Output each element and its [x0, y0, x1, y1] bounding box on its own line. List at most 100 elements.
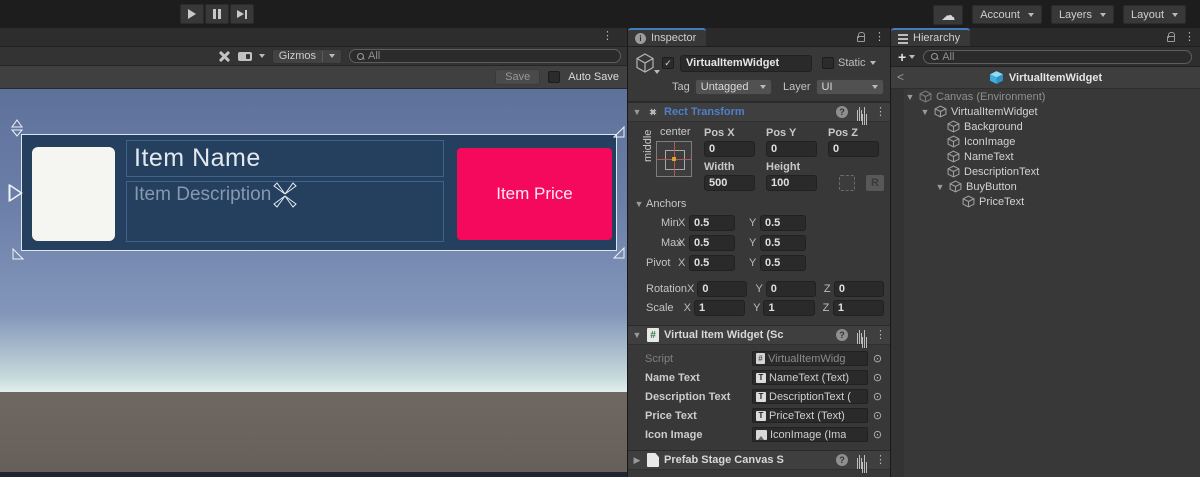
menu-icon[interactable]: ⋮	[875, 330, 886, 341]
icon-image-object-field[interactable]: IconImage (Ima	[752, 427, 868, 442]
presets-icon[interactable]	[856, 107, 867, 118]
rotation-z-field[interactable]: 0	[834, 281, 884, 297]
layer-dropdown[interactable]: UI	[816, 79, 884, 95]
foldout-icon[interactable]: ▼	[632, 330, 642, 340]
script-object-field[interactable]: # VirtualItemWidg	[752, 351, 868, 366]
object-picker-icon[interactable]: ⊙	[871, 428, 884, 441]
pos-x-field[interactable]: 0	[704, 141, 755, 157]
raw-edit-button[interactable]: R	[866, 175, 884, 191]
gizmos-dropdown[interactable]: Gizmos	[272, 49, 342, 64]
virtual-item-widget-header[interactable]: ▼ # Virtual Item Widget (Sc ? ⋮	[628, 325, 890, 345]
width-field[interactable]: 500	[704, 175, 755, 191]
foldout-icon[interactable]: ▼	[920, 107, 930, 117]
presets-icon[interactable]	[856, 330, 867, 341]
search-icon	[931, 53, 938, 60]
lock-icon[interactable]	[1167, 36, 1175, 42]
foldout-icon[interactable]: ▼	[905, 92, 915, 102]
layers-dropdown[interactable]: Layers	[1051, 5, 1114, 24]
object-picker-icon[interactable]: ⊙	[871, 352, 884, 365]
tree-row-nametext[interactable]: NameText	[891, 149, 1200, 164]
menu-icon[interactable]: ⋮	[874, 32, 885, 43]
help-icon[interactable]: ?	[836, 329, 848, 341]
play-button[interactable]	[180, 4, 204, 24]
tag-dropdown[interactable]: Untagged	[695, 79, 772, 95]
anchor-min-x-field[interactable]: 0.5	[689, 215, 735, 231]
pos-y-field[interactable]: 0	[766, 141, 817, 157]
object-picker-icon[interactable]: ⊙	[871, 371, 884, 384]
chevron-down-icon[interactable]	[870, 61, 876, 65]
account-dropdown[interactable]: Account	[972, 5, 1042, 24]
tree-row-buybutton[interactable]: ▼ BuyButton	[891, 179, 1200, 194]
anchor-min-y-field[interactable]: 0.5	[760, 215, 806, 231]
tab-inspector[interactable]: i Inspector	[628, 28, 706, 46]
pivot-x-field[interactable]: 0.5	[689, 255, 735, 271]
scene-tab-bar: ⋮	[0, 28, 627, 47]
visibility-gutter[interactable]	[891, 89, 904, 477]
menu-icon[interactable]: ⋮	[875, 455, 886, 466]
prefab-mode-header[interactable]: < VirtualItemWidget	[891, 67, 1200, 89]
object-picker-icon[interactable]: ⊙	[871, 390, 884, 403]
scene-menu-icon[interactable]: ⋮	[602, 31, 613, 42]
tab-hierarchy[interactable]: Hierarchy	[891, 28, 970, 46]
anchor-max-y-field[interactable]: 0.5	[760, 235, 806, 251]
description-text-object-field[interactable]: T DescriptionText (	[752, 389, 868, 404]
price-text-object-field[interactable]: T PriceText (Text)	[752, 408, 868, 423]
hierarchy-search-input[interactable]: All	[923, 50, 1192, 64]
scene-search-input[interactable]: All	[349, 49, 621, 63]
scene-viewport[interactable]: Item Name Item Description Item Price	[0, 89, 627, 477]
pos-z-field[interactable]: 0	[828, 141, 879, 157]
rect-transform-header[interactable]: ▼ Rect Transform ? ⋮	[628, 102, 890, 122]
buy-button-preview[interactable]: Item Price	[457, 148, 612, 240]
menu-icon[interactable]: ⋮	[1184, 32, 1195, 43]
virtual-item-widget-preview[interactable]: Item Name Item Description Item Price	[21, 134, 617, 251]
foldout-icon[interactable]: ▼	[935, 182, 945, 192]
tree-row-canvas[interactable]: ▼ Canvas (Environment)	[891, 89, 1200, 104]
tree-row-virtualitemwidget[interactable]: ▼ VirtualItemWidget	[891, 104, 1200, 119]
presets-icon[interactable]	[856, 455, 867, 466]
back-arrow-icon[interactable]: <	[897, 70, 904, 84]
scale-y-field[interactable]: 1	[763, 300, 814, 316]
height-field[interactable]: 100	[766, 175, 817, 191]
customize-tools-icon[interactable]	[218, 50, 231, 63]
rotation-x-field[interactable]: 0	[697, 281, 747, 297]
scale-z-field[interactable]: 1	[833, 300, 884, 316]
cloud-services-button[interactable]: ☁	[933, 5, 963, 25]
object-picker-icon[interactable]: ⊙	[871, 409, 884, 422]
blueprint-mode-button[interactable]	[839, 175, 855, 191]
foldout-icon[interactable]: ▶	[632, 455, 642, 466]
anchor-preset-widget[interactable]	[656, 141, 692, 177]
pause-button[interactable]	[205, 4, 229, 24]
layout-dropdown[interactable]: Layout	[1123, 5, 1186, 24]
active-checkbox[interactable]: ✓	[662, 57, 674, 69]
menu-icon[interactable]: ⋮	[875, 107, 886, 118]
script-row: Script # VirtualItemWidg ⊙	[634, 349, 884, 368]
name-text-object-field[interactable]: T NameText (Text)	[752, 370, 868, 385]
step-button[interactable]	[230, 4, 254, 24]
chevron-down-icon[interactable]	[259, 54, 265, 58]
gameobject-cube-icon[interactable]	[634, 52, 656, 74]
tree-row-descriptiontext[interactable]: DescriptionText	[891, 164, 1200, 179]
pos-y-label: Pos Y	[766, 127, 817, 139]
tree-row-background[interactable]: Background	[891, 119, 1200, 134]
create-button[interactable]: +	[896, 49, 917, 65]
scale-x-field[interactable]: 1	[694, 300, 745, 316]
save-button[interactable]: Save	[495, 69, 540, 85]
prefab-stage-canvas-header[interactable]: ▶ Prefab Stage Canvas S ? ⋮	[628, 450, 890, 470]
pivot-y-field[interactable]: 0.5	[760, 255, 806, 271]
help-icon[interactable]: ?	[836, 106, 848, 118]
tree-row-pricetext[interactable]: PriceText	[891, 194, 1200, 209]
anchors-foldout-icon[interactable]: ▼	[634, 199, 644, 209]
gameobject-name-field[interactable]: VirtualItemWidget	[680, 55, 812, 72]
component-title: Virtual Item Widget (Sc	[664, 329, 831, 341]
gameobject-cube-icon	[947, 165, 960, 178]
rotation-y-field[interactable]: 0	[766, 281, 816, 297]
help-icon[interactable]: ?	[836, 454, 848, 466]
auto-save-checkbox[interactable]	[548, 71, 560, 83]
lock-icon[interactable]	[857, 36, 865, 42]
anchor-max-x-field[interactable]: 0.5	[689, 235, 735, 251]
tree-row-iconimage[interactable]: IconImage	[891, 134, 1200, 149]
static-checkbox[interactable]	[822, 57, 834, 69]
foldout-icon[interactable]: ▼	[632, 107, 642, 117]
main-toolbar: ☁ Account Layers Layout	[0, 0, 1200, 28]
camera-icon[interactable]	[238, 52, 252, 61]
